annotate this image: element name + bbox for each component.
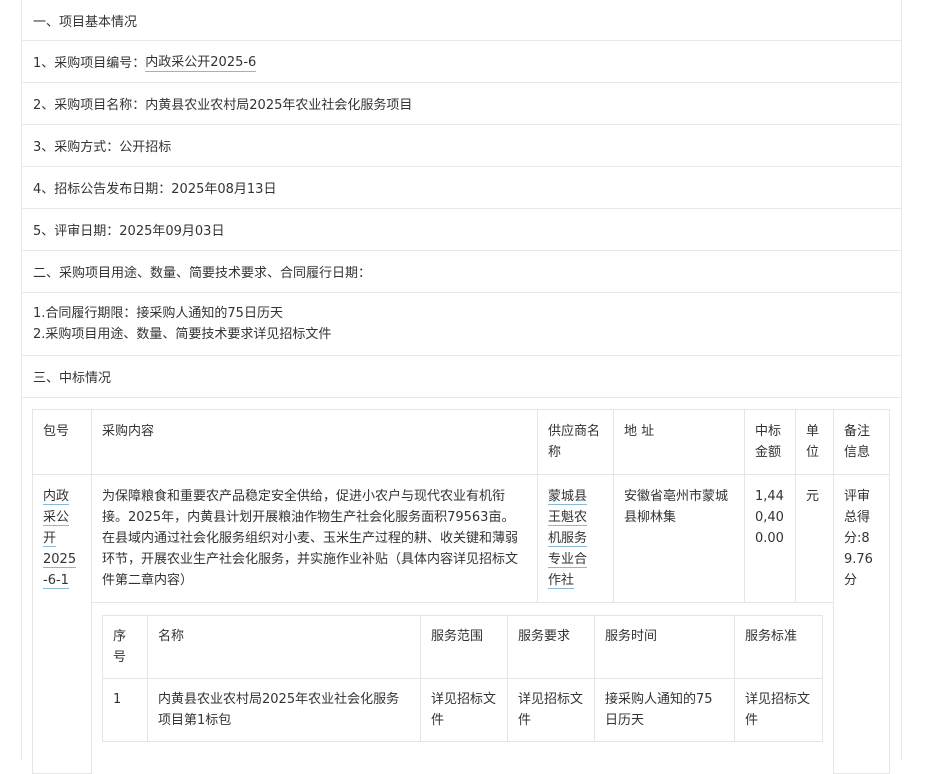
usage-requirements-text: 2.采购项目用途、数量、简要技术要求详见招标文件 (33, 327, 332, 342)
award-amount: 1,440,400.00 (744, 474, 796, 603)
award-table-row: 内政 采公 开 2025 -6-1 为保障粮食和重要农产品稳定安全供给，促进小农… (32, 474, 890, 774)
header-unit: 单位 (795, 409, 834, 475)
sub-time: 接采购人通知的75日历天 (594, 678, 735, 742)
package-number-part: 2025 (43, 552, 77, 568)
award-table: 包号 采购内容 供应商名称 地 址 中标金额 单位 备注信息 内政 采公 开 2… (32, 409, 890, 774)
contract-period-text: 1.合同履行期限：接采购人通知的75日历天 (33, 306, 283, 321)
supplier-name-part: 机服务 (548, 531, 588, 547)
header-content: 采购内容 (91, 409, 538, 475)
amount-unit: 元 (795, 474, 834, 603)
sub-header-time: 服务时间 (594, 615, 735, 679)
header-amount: 中标金额 (744, 409, 796, 475)
section-heading: 一、项目基本情况 (33, 14, 138, 30)
sub-scope: 详见招标文件 (420, 678, 508, 742)
sub-header-name: 名称 (147, 615, 421, 679)
award-table-header: 包号 采购内容 供应商名称 地 址 中标金额 单位 备注信息 (32, 409, 890, 475)
remark-info: 评审总得分:89.76分 (833, 474, 890, 774)
sub-name: 内黄县农业农村局2025年农业社会化服务项目第1标包 (147, 678, 421, 742)
section-usage-heading: 二、采购项目用途、数量、简要技术要求、合同履行日期： (22, 251, 901, 293)
supplier-name-link[interactable]: 蒙城县 王魁农 机服务 专业合 作社 (537, 474, 614, 603)
section-award-heading: 三、中标情况 (22, 356, 901, 398)
supplier-name-part: 蒙城县 (548, 489, 588, 505)
section-heading: 三、中标情况 (33, 371, 112, 386)
package-number-link[interactable]: 内政 采公 开 2025 -6-1 (32, 474, 92, 774)
package-number-part: 采公 (43, 510, 70, 526)
procurement-method-text: 3、采购方式：公开招标 (33, 140, 172, 155)
sub-header-requirement: 服务要求 (507, 615, 595, 679)
procurement-method-row: 3、采购方式：公开招标 (22, 125, 901, 167)
section-heading: 二、采购项目用途、数量、简要技术要求、合同履行日期： (33, 266, 372, 281)
project-number-label: 1、采购项目编号： (33, 56, 146, 71)
supplier-name-part: 王魁农 (548, 510, 588, 526)
package-number-part: -6-1 (43, 573, 69, 589)
supplier-name-part: 专业合 (548, 552, 588, 568)
header-package: 包号 (32, 409, 92, 475)
review-date-text: 5、评审日期：2025年09月03日 (33, 224, 225, 239)
sub-header-standard: 服务标准 (734, 615, 823, 679)
sub-seq: 1 (102, 678, 148, 742)
sub-requirement: 详见招标文件 (507, 678, 595, 742)
sub-header-seq: 序号 (102, 615, 148, 679)
section-basic-heading: 一、项目基本情况 (22, 0, 901, 41)
subpackage-row: 1 内黄县农业农村局2025年农业社会化服务项目第1标包 详见招标文件 详见招标… (102, 678, 823, 742)
header-supplier: 供应商名称 (537, 409, 614, 475)
publish-date-text: 4、招标公告发布日期：2025年08月13日 (33, 182, 277, 197)
usage-details: 1.合同履行期限：接采购人通知的75日历天 2.采购项目用途、数量、简要技术要求… (22, 293, 901, 356)
supplier-name-part: 作社 (548, 573, 575, 589)
header-remark: 备注信息 (833, 409, 890, 475)
package-number-part: 内政 (43, 489, 70, 505)
package-number-part: 开 (43, 531, 57, 547)
subpackage-cell: 序号 名称 服务范围 服务要求 服务时间 服务标准 1 内黄县农业农村局2025… (91, 602, 834, 773)
sub-header-scope: 服务范围 (420, 615, 508, 679)
sub-standard: 详见招标文件 (734, 678, 823, 742)
supplier-address: 安徽省亳州市蒙城县柳林集 (613, 474, 745, 603)
project-name-text: 2、采购项目名称：内黄县农业农村局2025年农业社会化服务项目 (33, 98, 413, 113)
project-number-link[interactable]: 内政采公开2025-6 (145, 51, 257, 72)
subpackage-header: 序号 名称 服务范围 服务要求 服务时间 服务标准 (102, 615, 823, 679)
award-subtable-row: 序号 名称 服务范围 服务要求 服务时间 服务标准 1 内黄县农业农村局2025… (33, 602, 890, 773)
project-name-row: 2、采购项目名称：内黄县农业农村局2025年农业社会化服务项目 (22, 83, 901, 125)
publish-date-row: 4、招标公告发布日期：2025年08月13日 (22, 167, 901, 209)
subpackage-table: 序号 名称 服务范围 服务要求 服务时间 服务标准 1 内黄县农业农村局2025… (102, 615, 823, 742)
project-number-row: 1、采购项目编号： 内政采公开2025-6 (22, 41, 901, 83)
review-date-row: 5、评审日期：2025年09月03日 (22, 209, 901, 251)
header-address: 地 址 (613, 409, 745, 475)
procurement-content: 为保障粮食和重要农产品稳定安全供给，促进小农户与现代农业有机衔接。2025年，内… (91, 474, 538, 603)
award-table-area: 包号 采购内容 供应商名称 地 址 中标金额 单位 备注信息 内政 采公 开 2… (32, 409, 890, 774)
